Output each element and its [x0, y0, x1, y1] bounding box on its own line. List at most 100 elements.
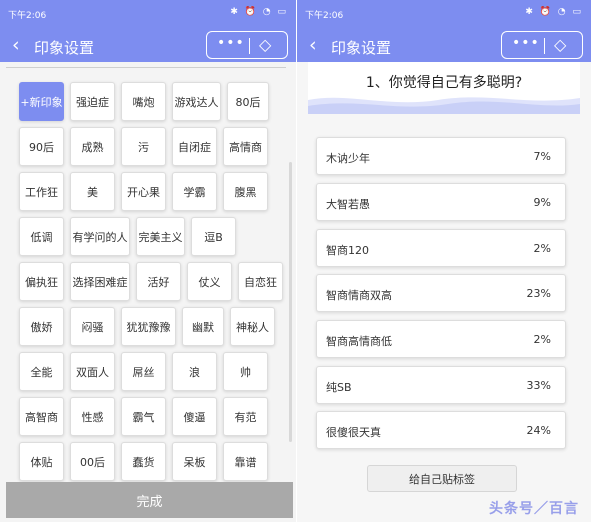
impression-tag[interactable]: 偏执狂	[19, 262, 64, 301]
impression-tag[interactable]: 双面人	[70, 352, 115, 391]
impression-tag[interactable]: 有学问的人	[70, 217, 130, 256]
impression-tag[interactable]: 浪	[172, 352, 217, 391]
impression-tag[interactable]: 游戏达人	[172, 82, 221, 121]
tag-row: 偏执狂 选择困难症 活好 仗义 自恋狂	[19, 262, 289, 301]
impression-tag[interactable]: 帅	[223, 352, 268, 391]
question-card: 1、你觉得自己有多聪明?	[308, 62, 580, 114]
impression-tag[interactable]: 嘴炮	[121, 82, 166, 121]
impression-tag[interactable]: 闷骚	[70, 307, 115, 346]
impression-tag[interactable]: 成熟	[70, 127, 115, 166]
status-icons: ✱ ⏰ ◔ ▭	[525, 7, 583, 17]
impression-tag[interactable]: 美	[70, 172, 115, 211]
right-screen: 下午2:06 ✱ ⏰ ◔ ▭ ‹ 印象设置 ••• ◇ 1、你觉得自己有多聪明?…	[297, 0, 591, 522]
mini-program-capsule: ••• ◇	[206, 31, 288, 59]
impression-tag[interactable]: 学霸	[172, 172, 217, 211]
new-impression-button[interactable]: +新印象	[19, 82, 64, 121]
impression-tag[interactable]: 呆板	[172, 442, 217, 481]
impression-tag[interactable]: 完美主义	[136, 217, 185, 256]
target-icon[interactable]: ◇	[554, 35, 566, 54]
tags-area: +新印象 强迫症 嘴炮 游戏达人 80后 90后 成熟污自闭症 高情商 工作狂美开心果 学霸 腹黑低…	[0, 62, 296, 482]
impression-tag[interactable]: 性感	[70, 397, 115, 436]
answer-option[interactable]: 纯SB 33%	[316, 366, 566, 404]
impression-tag[interactable]: 80后	[227, 82, 269, 121]
answer-option[interactable]: 智商高情商低 2%	[316, 320, 566, 358]
tag-row: 工作狂美开心果 学霸 腹黑	[19, 172, 274, 211]
impression-tag[interactable]: 污	[121, 127, 166, 166]
tag-row: 全能 双面人 屌丝浪帅	[19, 352, 274, 391]
impression-tag[interactable]: 神秘人	[230, 307, 275, 346]
impression-tag[interactable]: 蠢货	[121, 442, 166, 481]
impression-tag[interactable]: 自闭症	[172, 127, 217, 166]
scrollbar[interactable]	[289, 162, 292, 442]
option-percentage: 2%	[533, 333, 551, 346]
answer-option[interactable]: 智商情商双高 23%	[316, 274, 566, 312]
tag-row: 高智商 性感 霸气 傻逼 有范	[19, 397, 274, 436]
impression-tag[interactable]: 犹犹豫豫	[121, 307, 176, 346]
option-label: 纯SB	[326, 381, 352, 394]
option-percentage: 7%	[533, 150, 551, 163]
answer-option[interactable]: 很傻很天真 24%	[316, 411, 566, 449]
option-label: 智商高情商低	[326, 335, 392, 348]
impression-tag[interactable]: 屌丝	[121, 352, 166, 391]
question-text: 1、你觉得自己有多聪明?	[365, 75, 523, 91]
option-label: 很傻很天真	[326, 426, 381, 439]
impression-tag[interactable]: 仗义	[187, 262, 232, 301]
more-dots-icon[interactable]: •••	[217, 35, 245, 51]
option-percentage: 24%	[526, 424, 551, 437]
option-percentage: 9%	[533, 196, 551, 209]
impression-tag[interactable]: 幽默	[182, 307, 224, 346]
impression-tag[interactable]: 高智商	[19, 397, 64, 436]
tag-myself-button[interactable]: 给自己贴标签	[367, 465, 517, 492]
impression-tag[interactable]: 自恋狂	[238, 262, 283, 301]
status-time: 下午2:06	[8, 11, 47, 21]
status-icons: ✱ ⏰ ◔ ▭	[230, 7, 288, 17]
capsule-divider	[249, 38, 250, 54]
more-dots-icon[interactable]: •••	[512, 35, 540, 51]
app-bar: ‹ 印象设置 ••• ◇	[297, 30, 591, 62]
option-label: 智商120	[326, 244, 369, 257]
back-icon[interactable]: ‹	[12, 34, 20, 56]
back-icon[interactable]: ‹	[309, 34, 317, 56]
mini-program-capsule: ••• ◇	[501, 31, 583, 59]
impression-tag[interactable]: 傲娇	[19, 307, 64, 346]
impression-tag[interactable]: 体贴	[19, 442, 64, 481]
tag-row: +新印象 强迫症 嘴炮 游戏达人 80后	[19, 82, 275, 121]
option-percentage: 2%	[533, 242, 551, 255]
status-bar: 下午2:06 ✱ ⏰ ◔ ▭	[297, 0, 591, 30]
impression-tag[interactable]: 逗B	[191, 217, 236, 256]
impression-tag[interactable]: 傻逼	[172, 397, 217, 436]
page-title: 印象设置	[34, 39, 95, 57]
answer-option[interactable]: 木讷少年 7%	[316, 137, 566, 175]
divider	[6, 67, 286, 68]
impression-tag[interactable]: 选择困难症	[70, 262, 130, 301]
page-title: 印象设置	[331, 39, 392, 57]
tag-row: 傲娇 闷骚 犹犹豫豫 幽默 神秘人	[19, 307, 281, 346]
done-button[interactable]: 完成	[6, 482, 293, 518]
impression-tag[interactable]: 90后	[19, 127, 64, 166]
impression-tag[interactable]: 00后	[70, 442, 115, 481]
impression-tag[interactable]: 腹黑	[223, 172, 268, 211]
app-bar: ‹ 印象设置 ••• ◇	[0, 30, 296, 62]
option-label: 木讷少年	[326, 152, 370, 165]
option-label: 大智若愚	[326, 198, 370, 211]
watermark: 头条号／百言	[489, 501, 579, 517]
target-icon[interactable]: ◇	[259, 35, 271, 54]
answer-option[interactable]: 智商120 2%	[316, 229, 566, 267]
tag-row: 90后 成熟污自闭症 高情商	[19, 127, 274, 166]
impression-tag[interactable]: 全能	[19, 352, 64, 391]
tag-row: 体贴 00后 蠢货 呆板 靠谱	[19, 442, 274, 481]
impression-tag[interactable]: 霸气	[121, 397, 166, 436]
answer-option[interactable]: 大智若愚 9%	[316, 183, 566, 221]
impression-tag[interactable]: 强迫症	[70, 82, 115, 121]
status-time: 下午2:06	[305, 11, 344, 21]
impression-tag[interactable]: 低调	[19, 217, 64, 256]
impression-tag[interactable]: 靠谱	[223, 442, 268, 481]
impression-tag[interactable]: 开心果	[121, 172, 166, 211]
impression-tag[interactable]: 活好	[136, 262, 181, 301]
option-label: 智商情商双高	[326, 289, 392, 302]
tag-row: 低调 有学问的人 完美主义 逗B	[19, 217, 242, 256]
impression-tag[interactable]: 有范	[223, 397, 268, 436]
impression-tag[interactable]: 工作狂	[19, 172, 64, 211]
impression-tag[interactable]: 高情商	[223, 127, 268, 166]
left-screen: 下午2:06 ✱ ⏰ ◔ ▭ ‹ 印象设置 ••• ◇ +新印象 强迫症 嘴炮 游戏达…	[0, 0, 296, 522]
